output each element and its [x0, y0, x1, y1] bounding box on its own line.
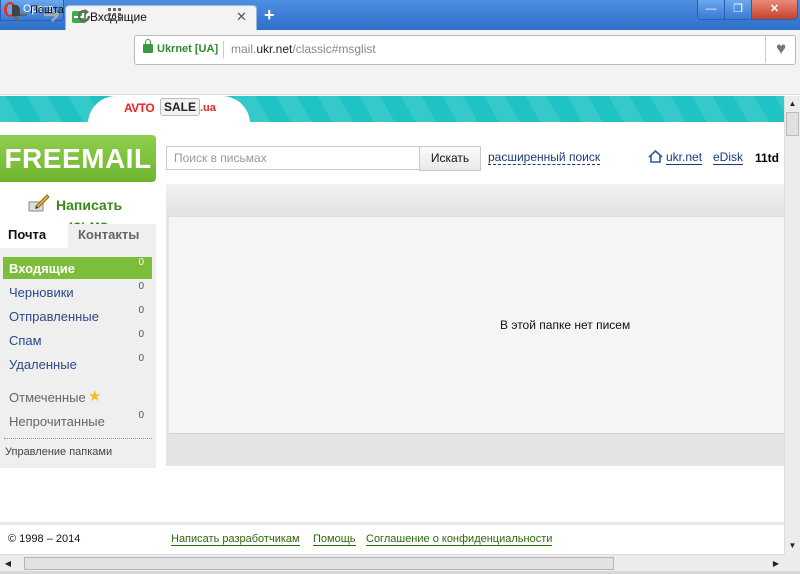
folder-count: 0 [138, 305, 144, 316]
search-input[interactable]: Поиск в письмах [166, 146, 420, 170]
url-host: ukr.net [256, 42, 293, 56]
advanced-search-link[interactable]: расширенный поиск [488, 151, 601, 165]
window-close-button[interactable]: ✕ [751, 0, 798, 20]
lock-icon [143, 39, 153, 53]
empty-folder-message: В этой папке нет писем [500, 318, 631, 332]
folder-count: 0 [138, 353, 144, 364]
speed-dial-grid-icon[interactable] [108, 8, 122, 27]
freemail-logo[interactable]: FREEMAIL [0, 135, 156, 182]
address-bar[interactable]: Ukrnet [UA] mail.ukr.net/classic#msglist… [134, 35, 796, 65]
new-tab-button[interactable]: + [264, 5, 275, 26]
folder-count: 0 [138, 329, 144, 340]
site-identity[interactable]: Ukrnet [UA] [157, 43, 218, 55]
folder-label: Отмеченные [9, 390, 86, 405]
folder-label: Черновики [9, 285, 74, 300]
message-list [169, 216, 784, 434]
ua-text: .ua [200, 102, 216, 114]
vertical-scrollbar[interactable]: ▲ ▼ [784, 96, 800, 554]
bookmarks-bar [0, 70, 800, 95]
folder-count: 0 [138, 410, 144, 421]
folder-label: Удаленные [9, 357, 77, 372]
folder-label: Непрочитанные [9, 414, 105, 429]
reload-icon[interactable] [76, 8, 92, 29]
compose-pencil-icon[interactable] [28, 194, 50, 212]
copyright: © 1998 – 2014 [8, 533, 81, 545]
footer-divider [0, 522, 784, 525]
avto-text: AVTO [124, 101, 155, 115]
tab-close-icon[interactable]: ✕ [236, 9, 247, 25]
folder-label: Входящие [9, 261, 75, 276]
footer-link-privacy[interactable]: Соглашение о конфиденциальности [366, 533, 553, 546]
url-path: /classic#msglist [292, 42, 376, 56]
window-minimize-button[interactable]: — [697, 0, 725, 20]
scroll-left-icon[interactable]: ◀ [0, 555, 16, 572]
folder-inbox[interactable]: Входящие 0 [3, 257, 152, 279]
window-maximize-button[interactable]: ❐ [724, 0, 752, 20]
message-toolbar [166, 184, 784, 214]
folder-count: 0 [138, 281, 144, 292]
scrollbar-corner [784, 554, 800, 571]
folder-drafts[interactable]: Черновики 0 [3, 281, 152, 303]
star-icon: ★ [88, 388, 102, 405]
vertical-scroll-thumb[interactable] [786, 112, 799, 136]
footer-link-developers[interactable]: Написать разработчикам [171, 533, 300, 546]
folder-label: Спам [9, 333, 42, 348]
sale-text: SALE [160, 98, 201, 116]
folder-deleted[interactable]: Удаленные 0 [3, 353, 152, 375]
footer-link-help[interactable]: Помощь [313, 533, 356, 546]
tab-mail-label[interactable]: Почта [8, 227, 46, 242]
sidebar-divider [4, 438, 152, 439]
scroll-up-icon[interactable]: ▲ [785, 96, 800, 112]
bookmark-heart-icon[interactable]: ♥ [765, 36, 796, 63]
avtosale-logo[interactable]: AVTO SALE .ua [88, 96, 250, 124]
folder-starred[interactable]: Отмеченные [3, 386, 152, 408]
url-text[interactable]: mail.ukr.net/classic#msglist [231, 42, 376, 56]
folder-sent[interactable]: Отправленные 0 [3, 305, 152, 327]
folder-count: 0 [138, 257, 144, 268]
scroll-right-icon[interactable]: ▶ [768, 555, 784, 572]
bookmark-poshta[interactable]: Пошта [30, 4, 64, 16]
search-button[interactable]: Искать [419, 146, 481, 171]
edisk-link[interactable]: eDisk [713, 151, 744, 165]
url-prefix: mail. [231, 42, 257, 56]
horizontal-scrollbar[interactable]: ◀ ▶ [0, 554, 784, 572]
scroll-down-icon[interactable]: ▼ [785, 538, 800, 554]
tab-contacts[interactable]: Контакты [78, 227, 139, 242]
browser-tab-inbox[interactable]: Входящие ✕ [65, 5, 257, 31]
web-page: AVTO SALE .ua FREEMAIL Написать письмо П… [0, 96, 784, 554]
ukr-net-link[interactable]: ukr.net [666, 151, 703, 165]
horizontal-scroll-thumb[interactable] [24, 557, 614, 570]
address-divider [223, 41, 224, 58]
folder-label: Отправленные [9, 309, 99, 324]
manage-folders-link[interactable]: Управление папками [5, 446, 112, 458]
home-icon[interactable] [648, 149, 663, 163]
user-name[interactable]: 11td [755, 151, 779, 165]
folder-unread[interactable]: Непрочитанные 0 [3, 410, 152, 432]
folder-spam[interactable]: Спам 0 [3, 329, 152, 351]
